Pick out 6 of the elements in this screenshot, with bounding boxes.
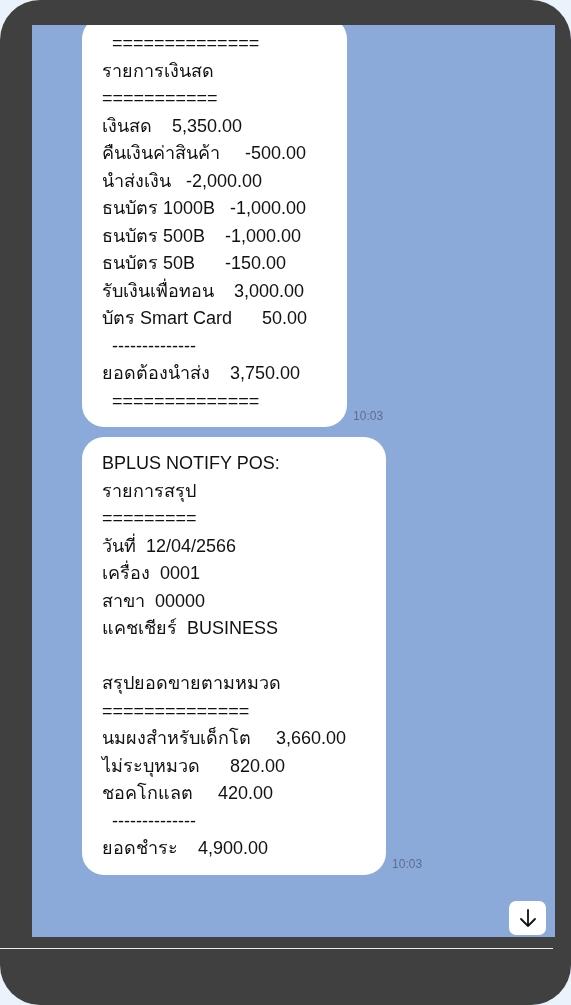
message-time: 10:03: [353, 408, 384, 425]
message-time: 10:03: [392, 855, 423, 873]
arrow-down-icon: [519, 909, 536, 927]
message-text: ============== รายการเงินสด =========== เงินสด 5,350.00 คืนเงินค่าสินค้า -500.00 นำส่งเงิน -2,000.00 ธนบัตร 1000B -1,000.00 ธนบัตร 500B -1,000.00 ธนบัตร 50B -150.00 รับเงินเพื่อทอน 3,000.00 บัตร Smart Card 50.00 -------------- ยอดต้องนำส่ง 3,750.00 ==============: [102, 32, 308, 413]
message-text: BPLUS NOTIFY POS: รายการสรุป ========= วันที่ 12/04/2566 เครื่อง 0001 สาขา 00000 แคชเชียร์ BUSINESS สรุปยอดขายตามหมวด ============== นมผงสำหรับเด็กโต 3,660.00 ไม่ระบุหมวด 820.00 ชอคโกแลต 420.00 -------------- ยอดชำระ 4,900.00: [102, 452, 347, 860]
scroll-down-button[interactable]: [509, 901, 546, 935]
